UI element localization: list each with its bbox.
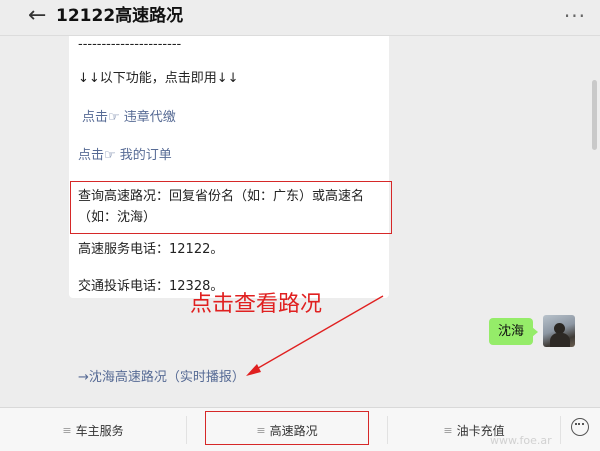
more-options-icon[interactable]: ···: [564, 4, 586, 28]
my-orders-link[interactable]: 点击☞ 我的订单: [78, 147, 172, 165]
page-title: 12122高速路况: [56, 6, 184, 26]
menu-icon: ≡: [62, 423, 72, 437]
scrollbar[interactable]: [592, 80, 597, 150]
divider-text: ----------------------: [78, 37, 182, 52]
annotation-arrow-head: [246, 364, 261, 376]
official-account-message: ---------------------- ↓↓以下功能，点击即用↓↓ 点击☞…: [69, 36, 389, 298]
chat-header: ← 12122高速路况 ···: [0, 0, 600, 36]
watermark: www.foe.ar: [490, 434, 552, 447]
highlight-box-query-tip: [70, 181, 392, 234]
service-phone-text: 高速服务电话：12122。: [78, 242, 224, 257]
violation-payment-link[interactable]: 点击☞ 违章代缴: [82, 109, 176, 127]
highlight-box-menu: [205, 411, 369, 445]
user-message-bubble: 沈海: [489, 318, 538, 345]
shenhai-traffic-link[interactable]: →沈海高速路况（实时播报）: [78, 369, 245, 387]
keyboard-switch-icon[interactable]: [571, 418, 589, 436]
back-arrow-icon[interactable]: ←: [28, 2, 46, 30]
menu-item-car-owner-service[interactable]: ≡ 车主服务: [0, 408, 186, 451]
menu-divider: [560, 416, 561, 444]
annotation-label: 点击查看路况: [190, 292, 323, 317]
avatar[interactable]: [543, 315, 575, 347]
menu-item-label: 车主服务: [75, 423, 124, 438]
menu-icon: ≡: [443, 423, 453, 437]
intro-text: ↓↓以下功能，点击即用↓↓: [78, 71, 239, 86]
